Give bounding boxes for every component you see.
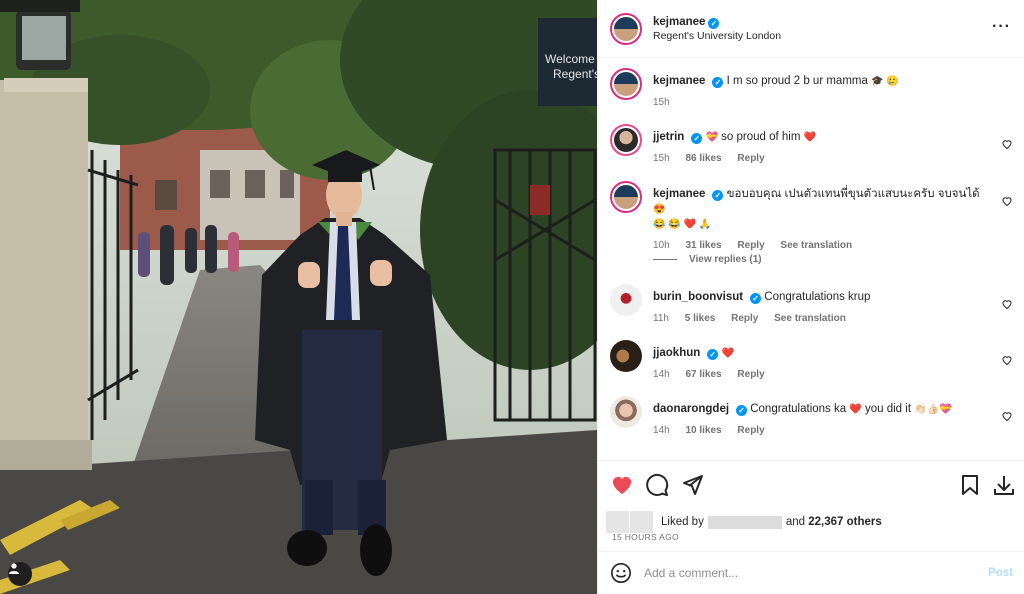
reply-button[interactable]: Reply: [731, 313, 758, 324]
avatar[interactable]: [610, 181, 642, 213]
comment-suffix-emoji: ❤️: [803, 132, 817, 143]
post-actions: Liked by and 22,367 others 15 HOURS AGO: [598, 460, 1024, 550]
liked-by-avatars[interactable]: [606, 511, 654, 533]
smiley-icon[interactable]: [610, 562, 632, 584]
graduation-photo: Welcome Regent's: [0, 0, 597, 594]
verified-badge-icon: ✓: [691, 133, 703, 144]
heart-outline-icon[interactable]: [1001, 138, 1013, 150]
comment-time: 14h: [653, 425, 670, 436]
comment-item: daonarongdej ✓ Congratulations ka ❤️ you …: [610, 396, 1015, 438]
caption-emojis: 🎓 🥲: [871, 76, 899, 87]
liked-by-and: and: [785, 516, 806, 528]
download-icon[interactable]: [992, 473, 1016, 497]
view-replies-button[interactable]: View replies (1): [653, 254, 762, 265]
reply-button[interactable]: Reply: [737, 369, 764, 380]
liked-by-label: Liked by: [661, 516, 704, 528]
heart-filled-icon[interactable]: [610, 473, 634, 497]
caption: kejmanee ✓ I m so proud 2 b ur mamma 🎓 🥲 …: [610, 68, 1015, 110]
liked-by-user-redacted[interactable]: [707, 515, 782, 529]
verified-badge-icon: ✓: [750, 293, 762, 304]
more-options-icon[interactable]: ···: [992, 18, 1011, 36]
comment-suffix-emoji: ❤️: [721, 348, 734, 359]
comment-time: 14h: [653, 369, 670, 380]
comment-prefix-emoji: 💝: [705, 132, 718, 143]
avatar[interactable]: [610, 284, 642, 316]
comment-likes[interactable]: 5 likes: [685, 313, 716, 324]
comment-username[interactable]: kejmanee: [653, 188, 705, 200]
post-comment-button[interactable]: Post: [988, 567, 1013, 579]
heart-outline-icon[interactable]: [1001, 195, 1013, 207]
comments-list: kejmanee ✓ I m so proud 2 b ur mamma 🎓 🥲 …: [598, 58, 1024, 458]
avatar[interactable]: [610, 68, 642, 100]
verified-badge-icon: ✓: [708, 17, 720, 29]
verified-badge-icon: ✓: [712, 190, 724, 201]
comment-text: Congratulations krup: [764, 291, 871, 303]
see-translation-button[interactable]: See translation: [780, 240, 852, 251]
share-icon[interactable]: [680, 473, 704, 497]
comment-item: burin_boonvisut ✓ Congratulations krup 11…: [610, 284, 1015, 326]
tagged-users-button[interactable]: [8, 562, 32, 586]
avatar[interactable]: [610, 340, 642, 372]
comment-likes[interactable]: 10 likes: [685, 425, 721, 436]
comment-username[interactable]: jjetrin: [653, 131, 684, 143]
comment-composer: Post: [598, 551, 1024, 594]
comment-time: 15h: [653, 153, 670, 164]
heart-outline-icon[interactable]: [1001, 298, 1013, 310]
reply-button[interactable]: Reply: [737, 425, 764, 436]
comment-username[interactable]: burin_boonvisut: [653, 291, 743, 303]
verified-badge-icon: ✓: [707, 349, 719, 360]
caption-time: 15h: [653, 97, 670, 108]
verified-badge-icon: ✓: [712, 77, 724, 88]
comment-likes[interactable]: 86 likes: [685, 153, 721, 164]
person-icon: [9, 563, 19, 574]
comment-icon[interactable]: [645, 473, 669, 497]
comment-likes[interactable]: 31 likes: [685, 240, 721, 251]
comment-second-line: 😂 😂 ❤️ 🙏: [653, 219, 712, 230]
post-header: kejmanee ✓ Regent's University London ···: [598, 0, 1024, 58]
comment-text-2: you did it: [865, 403, 912, 415]
comment-input[interactable]: [644, 566, 989, 580]
heart-outline-icon[interactable]: [1001, 354, 1013, 366]
comment-item: jjetrin ✓ 💝 so proud of him ❤️ 15h 86 lik…: [610, 124, 1015, 166]
comment-suffix-emoji: ❤️: [849, 404, 862, 415]
post-details-panel: kejmanee ✓ Regent's University London ···…: [597, 0, 1024, 594]
reply-button[interactable]: Reply: [737, 153, 764, 164]
comment-end-emojis: 👏🏻👍🏻💝: [914, 404, 952, 415]
see-translation-button[interactable]: See translation: [774, 313, 846, 324]
caption-text: I m so proud 2 b ur mamma: [726, 75, 868, 87]
welcome-sign-line2: Regent's: [553, 67, 597, 81]
likes-count[interactable]: 22,367 others: [808, 516, 882, 528]
comment-username[interactable]: jjaokhun: [653, 347, 700, 359]
post-photo[interactable]: Welcome Regent's: [0, 0, 597, 594]
avatar[interactable]: [610, 12, 642, 45]
reply-button[interactable]: Reply: [737, 240, 764, 251]
comment-item: jjaokhun ✓ ❤️ 14h 67 likes Reply: [610, 340, 1015, 382]
bookmark-icon[interactable]: [958, 473, 982, 497]
comment-username[interactable]: daonarongdej: [653, 403, 729, 415]
welcome-sign-line1: Welcome: [545, 52, 595, 66]
comment-suffix-emoji: 😍: [653, 204, 666, 215]
comment-time: 10h: [653, 240, 670, 251]
comment-text: so proud of him: [721, 131, 801, 143]
avatar[interactable]: [610, 396, 642, 428]
comment-item: kejmanee ✓ ขอบอบคุณ เปนตัวแทนพี่ขุนตัวแสบ…: [610, 181, 1015, 253]
post-author-username[interactable]: kejmanee: [653, 16, 705, 28]
caption-username[interactable]: kejmanee: [653, 75, 705, 87]
comment-time: 11h: [653, 313, 669, 324]
comment-likes[interactable]: 67 likes: [685, 369, 721, 380]
liked-by-row: Liked by and 22,367 others: [606, 511, 882, 533]
heart-outline-icon[interactable]: [1001, 410, 1013, 422]
post-location[interactable]: Regent's University London: [653, 29, 781, 43]
comment-text: ขอบอบคุณ เปนตัวแทนพี่ขุนตัวแสบนะครับ จบจ…: [726, 188, 980, 200]
avatar[interactable]: [610, 124, 642, 156]
post-timestamp[interactable]: 15 HOURS AGO: [612, 532, 679, 542]
verified-badge-icon: ✓: [736, 405, 748, 416]
comment-text: Congratulations ka: [750, 403, 847, 415]
